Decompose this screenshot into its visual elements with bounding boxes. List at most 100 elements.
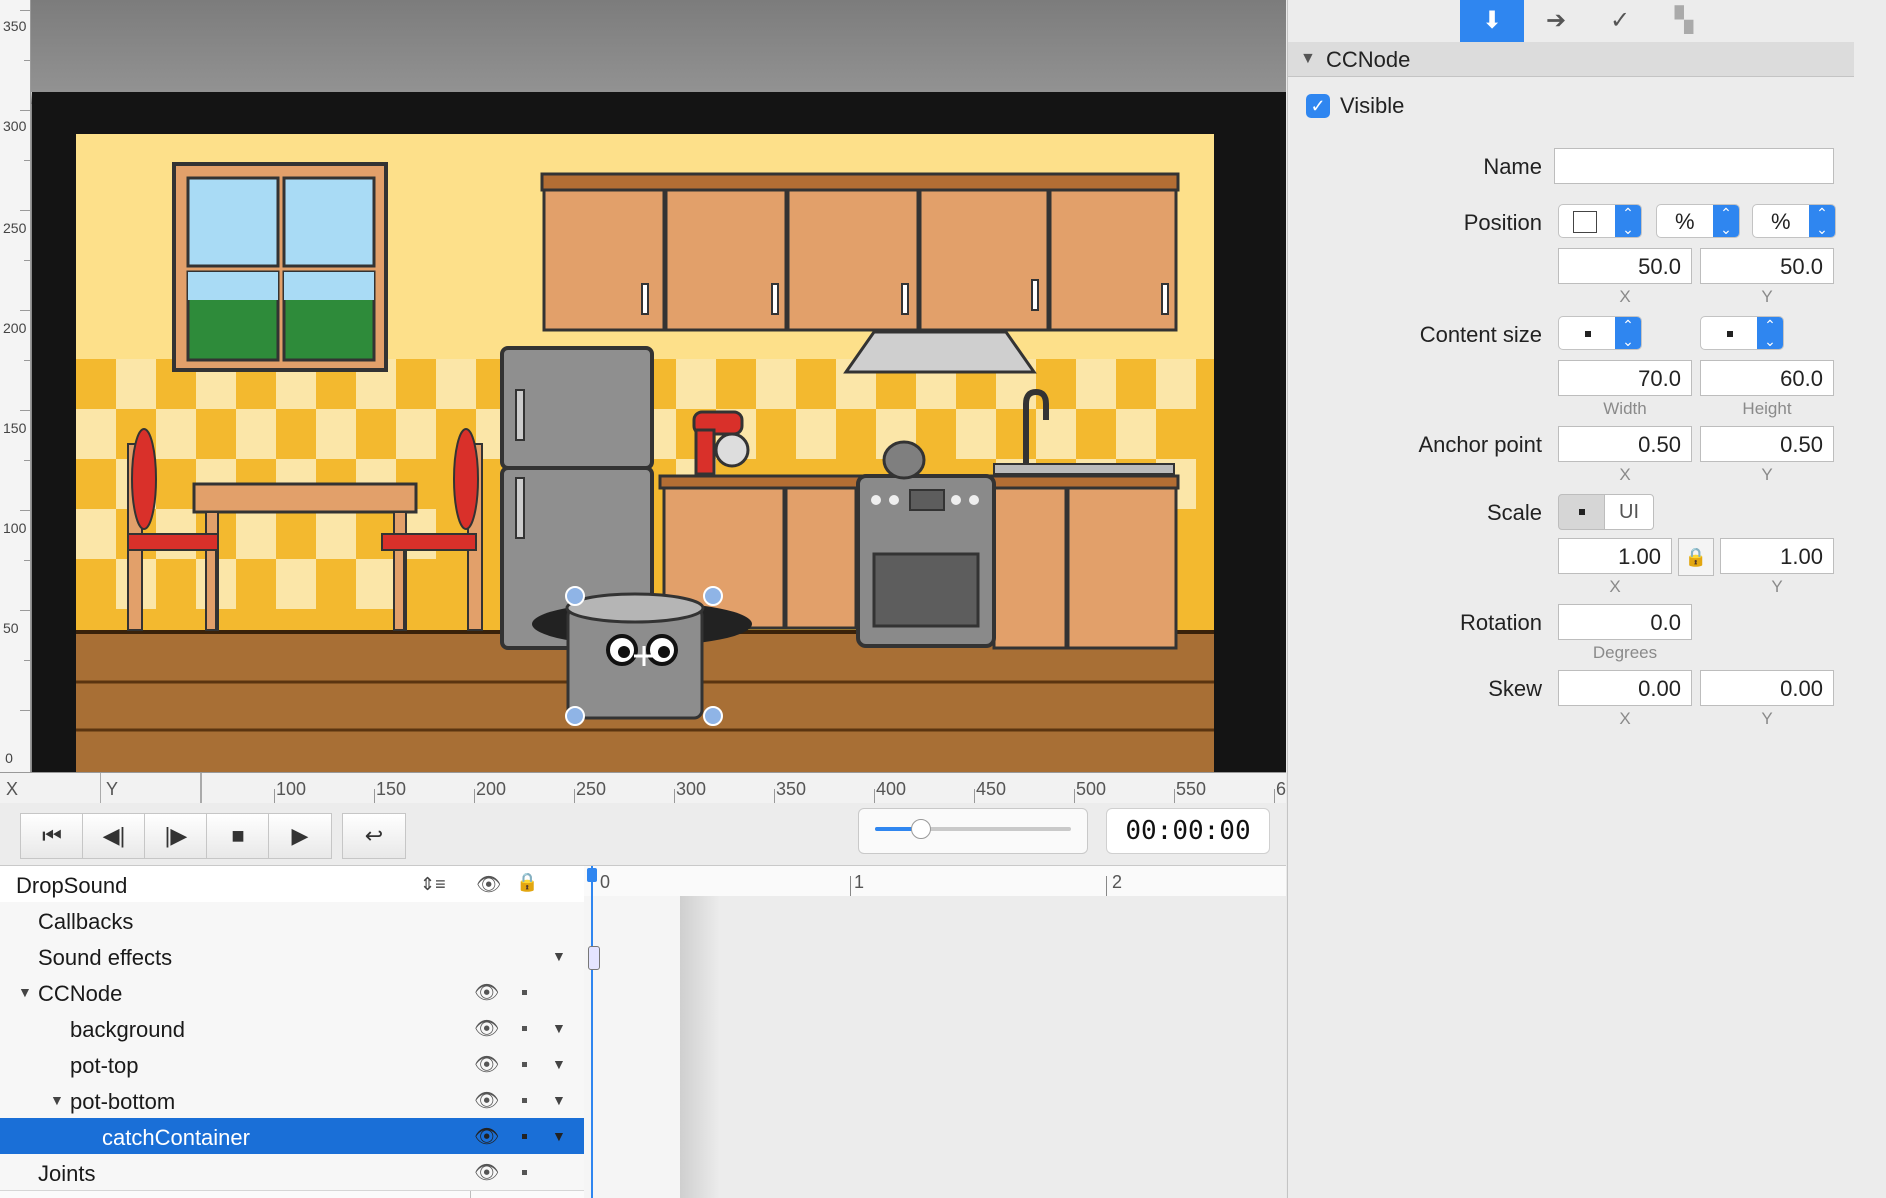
inspector-panel: ⬇ ➔ ✓ ▚ ▼ CCNode ✓ Visible Name Position… — [1287, 0, 1886, 1198]
lock-dot-icon[interactable] — [522, 1098, 527, 1103]
canvas-area[interactable]: 350 300 250 200 150 100 50 0 — [0, 0, 1286, 772]
timeline-leading-area — [584, 896, 681, 1198]
disclosure-triangle-icon[interactable]: ▼ — [50, 1092, 64, 1108]
outline-row[interactable]: Sound effects ▼ — [0, 938, 584, 975]
expand-icon[interactable]: ▼ — [552, 1056, 566, 1072]
name-label: Name — [1483, 154, 1542, 179]
visibility-icon[interactable]: 👁 — [474, 1088, 499, 1113]
scale-point-toggle[interactable] — [1558, 494, 1606, 530]
jump-to-start-button[interactable]: ⏮ — [20, 813, 84, 859]
physics-tab[interactable]: ✓ — [1588, 0, 1652, 42]
scale-ui-toggle[interactable]: UI — [1604, 494, 1654, 530]
degrees-caption: Degrees — [1592, 643, 1658, 662]
position-x-unit-popup[interactable]: % ⌃ ⌄ — [1656, 204, 1740, 238]
name-field[interactable] — [1554, 148, 1834, 184]
timeline-ruler[interactable]: 0 1 2 — [584, 866, 1286, 897]
popup-arrows-icon: ⌃ ⌄ — [1615, 317, 1641, 349]
sound-keyframe[interactable] — [588, 946, 600, 970]
timeline-zoom-slider[interactable] — [858, 808, 1088, 854]
skew-x-field[interactable]: 0.00 — [1558, 670, 1692, 706]
ruler-v-label: 350 — [3, 18, 27, 34]
outline-row[interactable]: Joints 👁 — [0, 1154, 584, 1191]
expand-icon[interactable]: ▼ — [552, 948, 566, 964]
loop-button[interactable]: ↩ — [342, 813, 406, 859]
visible-checkbox[interactable]: ✓ — [1306, 94, 1330, 118]
lock-dot-icon[interactable] — [522, 1062, 527, 1067]
scale-x-field[interactable]: 1.00 — [1558, 538, 1672, 574]
section-collapse-icon[interactable]: ▼ — [1300, 50, 1316, 68]
jump-start-icon: ⏮ — [42, 823, 62, 848]
y-caption: Y — [1761, 287, 1773, 306]
properties-tab[interactable]: ⬇ — [1460, 0, 1524, 42]
outline-row[interactable]: background 👁 ▼ — [0, 1010, 584, 1047]
scale-label: Scale — [1486, 500, 1542, 525]
scale-lock-button[interactable]: 🔒 — [1678, 538, 1714, 576]
outline-row[interactable]: Callbacks — [0, 902, 584, 939]
content-height-field[interactable]: 60.0 — [1700, 360, 1834, 396]
unit-point-icon — [1579, 509, 1585, 515]
position-y-field[interactable]: 50.0 — [1700, 248, 1834, 284]
ruler-h-label: 350 — [776, 779, 807, 799]
skew-y-field[interactable]: 0.00 — [1700, 670, 1834, 706]
expand-icon[interactable]: ▼ — [552, 1092, 566, 1108]
visibility-icon[interactable]: 👁 — [474, 1016, 499, 1041]
popup-arrows-icon: ⌃ ⌄ — [1615, 205, 1641, 237]
sequence-header[interactable]: DropSound ⇕≡ 👁 🔒 — [0, 866, 584, 903]
playhead-handle-icon[interactable] — [587, 868, 597, 882]
ruler-v-label: 150 — [3, 420, 27, 436]
playhead[interactable] — [591, 866, 593, 1198]
zoom-slider-knob[interactable] — [911, 819, 931, 839]
expand-icon[interactable]: ▼ — [552, 1020, 566, 1036]
content-height-unit-popup[interactable]: ⌃ ⌄ — [1700, 316, 1784, 350]
stop-button[interactable]: ■ — [206, 813, 270, 859]
popup-arrows-icon: ⌃ ⌄ — [1757, 317, 1783, 349]
visibility-icon[interactable]: 👁 — [474, 1124, 499, 1149]
ruler-v-label: 250 — [3, 220, 27, 236]
kitchen-scene[interactable] — [76, 134, 1214, 772]
expand-icon[interactable]: ▼ — [552, 1128, 566, 1144]
play-icon: ▶ — [291, 823, 309, 848]
content-width-field[interactable]: 70.0 — [1558, 360, 1692, 396]
step-back-button[interactable]: ◀| — [82, 813, 146, 859]
disclosure-triangle-icon[interactable]: ▼ — [18, 984, 32, 1000]
timecode-display: 00:00:00 — [1106, 808, 1270, 854]
outline-row[interactable]: pot-top 👁 ▼ — [0, 1046, 584, 1083]
section-header[interactable]: ▼ CCNode — [1288, 42, 1854, 77]
rotation-field[interactable]: 0.0 — [1558, 604, 1692, 640]
scale-y-field[interactable]: 1.00 — [1720, 538, 1834, 574]
content-width-unit-popup[interactable]: ⌃ ⌄ — [1558, 316, 1642, 350]
ruler-h-label: 450 — [976, 779, 1007, 799]
timeline-tracks[interactable] — [680, 896, 1286, 1198]
step-forward-button[interactable]: |▶ — [144, 813, 208, 859]
play-button[interactable]: ▶ — [268, 813, 332, 859]
code-connections-tab[interactable]: ➔ — [1524, 0, 1588, 42]
properties-icon: ⬇ — [1481, 7, 1503, 34]
lock-dot-icon[interactable] — [522, 1026, 527, 1031]
sequence-menu-icon[interactable]: ⇕≡ — [420, 874, 446, 895]
outline-row[interactable]: ▼ CCNode 👁 — [0, 974, 584, 1011]
outline-row[interactable]: ▼ pot-bottom 👁 ▼ — [0, 1082, 584, 1119]
visibility-icon[interactable]: 👁 — [474, 980, 499, 1005]
x-caption: X — [1619, 465, 1631, 484]
code-connections-icon: ➔ — [1545, 7, 1567, 34]
position-x-field[interactable]: 50.0 — [1558, 248, 1692, 284]
ruler-x-label: X — [6, 779, 19, 799]
lock-dot-icon[interactable] — [522, 1170, 527, 1175]
position-type-popup[interactable]: ⌃ ⌄ — [1558, 204, 1642, 238]
upper-cabinets — [540, 172, 1180, 332]
visibility-icon[interactable]: 👁 — [474, 1160, 499, 1185]
position-y-unit-popup[interactable]: % ⌃ ⌄ — [1752, 204, 1836, 238]
templates-tab[interactable]: ▚ — [1652, 0, 1716, 42]
ruler-v-label: 100 — [3, 520, 27, 536]
timeline-marker: 2 — [1112, 872, 1123, 892]
outline-row-selected[interactable]: catchContainer 👁 ▼ — [0, 1118, 584, 1155]
visibility-icon[interactable]: 👁 — [474, 1052, 499, 1077]
y-caption: Y — [1761, 465, 1773, 484]
anchor-x-field[interactable]: 0.50 — [1558, 426, 1692, 462]
outline-row-label: CCNode — [38, 981, 123, 1006]
lock-dot-icon[interactable] — [522, 990, 527, 995]
range-hood — [843, 330, 1037, 374]
lock-dot-icon[interactable] — [522, 1134, 527, 1139]
anchor-y-field[interactable]: 0.50 — [1700, 426, 1834, 462]
timeline-track-area[interactable]: 0 1 2 — [584, 866, 1286, 1198]
